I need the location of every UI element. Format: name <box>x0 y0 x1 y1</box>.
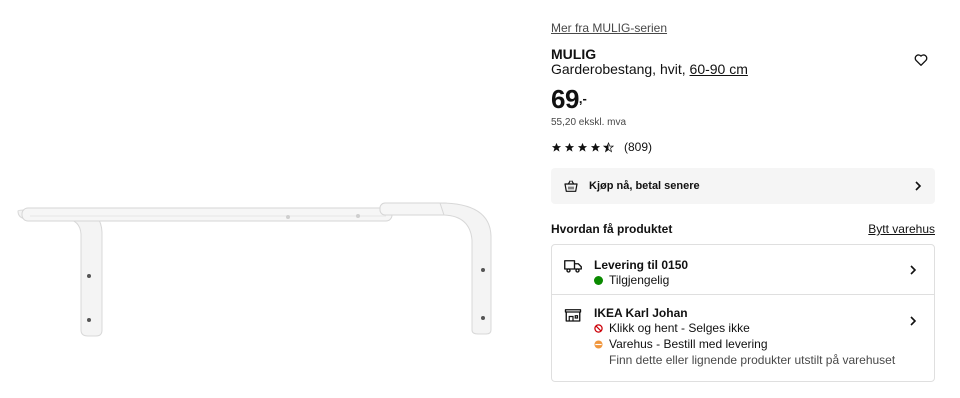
size-link[interactable]: 60-90 cm <box>690 61 748 77</box>
rating[interactable]: (809) <box>551 140 652 154</box>
warehouse-text: Varehus - Bestill med levering <box>609 337 768 351</box>
home-delivery-title: Levering til 0150 <box>594 258 689 272</box>
change-store-link[interactable]: Bytt varehus <box>868 222 935 236</box>
home-delivery-status: Tilgjengelig <box>594 273 669 287</box>
click-collect-text: Klikk og hent - Selges ikke <box>609 321 750 335</box>
store-display-note: Finn dette eller lignende produkter utst… <box>609 353 896 367</box>
available-dot-icon <box>594 275 603 285</box>
product-image <box>0 0 510 398</box>
chevron-right-icon <box>910 265 917 275</box>
half-star-icon <box>603 141 614 152</box>
store-option[interactable]: IKEA Karl Johan Klikk og hent - Selges i… <box>552 296 934 382</box>
price-integer: 69 <box>551 84 579 114</box>
home-delivery-option[interactable]: Levering til 0150 Tilgjengelig <box>552 245 934 295</box>
product-name: MULIG <box>551 46 597 62</box>
not-available-icon <box>594 323 603 333</box>
favourite-heart-icon[interactable] <box>913 52 929 68</box>
home-delivery-status-text: Tilgjengelig <box>609 273 670 287</box>
product-description-text: Garderobestang, hvit, <box>551 61 690 77</box>
truck-icon <box>564 260 582 273</box>
price-ex-vat: 55,20 ekskl. mva <box>551 117 627 128</box>
star-icon <box>590 142 601 152</box>
basket-icon <box>564 180 578 192</box>
star-icon <box>577 142 588 152</box>
delivery-options-card: Levering til 0150 Tilgjengelig IKEA Karl… <box>551 244 935 382</box>
star-icon <box>551 142 562 152</box>
chevron-right-icon <box>915 181 922 191</box>
product-description: Garderobestang, hvit, 60-90 cm <box>551 61 748 77</box>
warehouse-status: Varehus - Bestill med levering <box>594 337 768 351</box>
series-link[interactable]: Mer fra MULIG-serien <box>551 21 667 35</box>
click-collect-status: Klikk og hent - Selges ikke <box>594 321 750 335</box>
rating-stars <box>551 141 614 153</box>
delivery-section-title: Hvordan få produktet <box>551 222 673 236</box>
star-icon <box>564 142 575 152</box>
store-title: IKEA Karl Johan <box>594 306 688 320</box>
buy-now-pay-later-banner[interactable]: Kjøp nå, betal senere <box>551 168 935 204</box>
chevron-right-icon <box>910 316 917 326</box>
buy-banner-label: Kjøp nå, betal senere <box>589 180 700 192</box>
store-icon <box>564 309 582 322</box>
price-decimal: ,- <box>578 91 587 106</box>
limited-availability-icon <box>594 339 603 349</box>
price: 69 ,- <box>551 84 587 114</box>
rating-count: (809) <box>624 140 653 154</box>
